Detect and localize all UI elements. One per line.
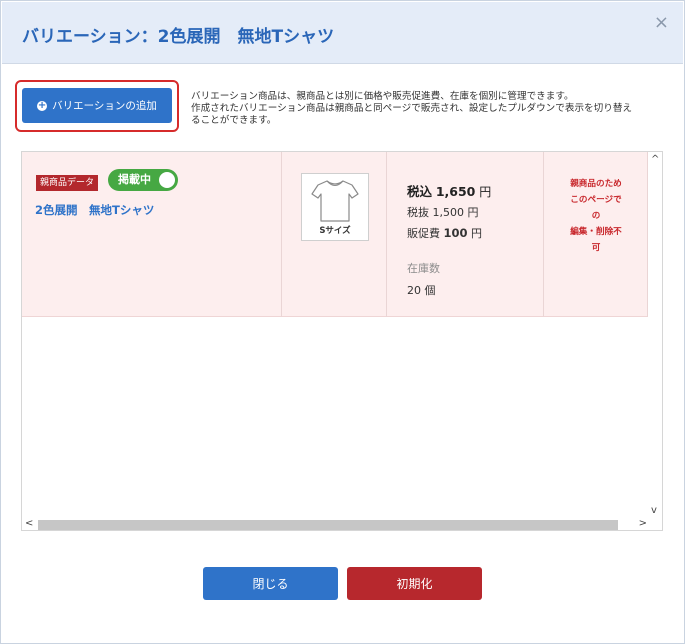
description-line: ることができます。 xyxy=(191,115,277,126)
add-variation-label: バリエーションの追加 xyxy=(52,100,157,112)
close-button[interactable]: 閉じる xyxy=(203,567,338,600)
plus-circle-icon: + xyxy=(37,99,48,111)
description-line: バリエーション商品は、親商品とは別に価格や販売促進費、在庫を個別に管理できます。 xyxy=(191,91,574,102)
price-tax-included: 税込 1,650 円 xyxy=(407,181,491,200)
scroll-down-icon[interactable]: v xyxy=(651,505,657,516)
listing-status-toggle[interactable]: 掲載中 xyxy=(108,169,178,191)
tax-included-value: 1,650 xyxy=(435,184,476,199)
note-line: 編集・削除不 xyxy=(570,227,622,237)
note-line: 可 xyxy=(591,243,601,253)
description-line: 作成されたバリエーション商品は親商品と同ページで販売され、設定したプルダウンで表… xyxy=(191,103,633,114)
vertical-scrollbar[interactable]: ^ v xyxy=(649,152,662,518)
add-button-highlight: + バリエーションの追加 xyxy=(15,80,179,132)
promotion-fee-prefix: 販促費 xyxy=(407,227,440,240)
variation-modal: バリエーション：2色展開 無地Tシャツ × + バリエーションの追加 バリエーシ… xyxy=(0,0,685,644)
variation-description: バリエーション商品は、親商品とは別に価格や販売促進費、在庫を個別に管理できます。… xyxy=(191,91,669,127)
horizontal-scrollbar[interactable]: < > xyxy=(22,518,662,530)
size-label: Sサイズ xyxy=(319,226,351,236)
row-note-cell: 親商品のため このページで の 編集・削除不 可 xyxy=(544,152,648,317)
stock-value: 20 個 xyxy=(407,284,436,297)
tax-included-unit: 円 xyxy=(479,185,492,199)
row-image-cell: Sサイズ xyxy=(282,152,387,317)
product-name-link[interactable]: 2色展開 無地Tシャツ xyxy=(35,202,154,218)
modal-title: バリエーション：2色展開 無地Tシャツ xyxy=(22,27,335,47)
scroll-up-icon[interactable]: ^ xyxy=(651,154,659,165)
row-name-cell: 親商品データ 掲載中 2色展開 無地Tシャツ xyxy=(22,152,282,317)
promotion-fee-value: 100 xyxy=(443,226,468,240)
stock-label: 在庫数 xyxy=(407,262,440,275)
parent-item-note: 親商品のため このページで の 編集・削除不 可 xyxy=(548,176,644,256)
variation-row: 親商品データ 掲載中 2色展開 無地Tシャツ Sサイズ 税込 1,650 円 税… xyxy=(22,152,648,317)
price-tax-excluded: 税抜 1,500 円 xyxy=(407,206,479,219)
tshirt-icon xyxy=(311,180,359,222)
promotion-fee-unit: 円 xyxy=(471,227,483,240)
parent-data-badge: 親商品データ xyxy=(36,175,99,191)
variation-list-panel: 親商品データ 掲載中 2色展開 無地Tシャツ Sサイズ 税込 1,650 円 税… xyxy=(21,151,663,531)
note-line: 親商品のため xyxy=(570,179,622,189)
toggle-label: 掲載中 xyxy=(118,173,151,186)
add-variation-button[interactable]: + バリエーションの追加 xyxy=(22,88,172,123)
modal-header: バリエーション：2色展開 無地Tシャツ × xyxy=(2,2,683,64)
tax-included-prefix: 税込 xyxy=(407,184,433,199)
row-price-cell: 税込 1,650 円 税抜 1,500 円 販促費 100 円 在庫数 20 個 xyxy=(387,152,544,317)
reset-button[interactable]: 初期化 xyxy=(347,567,482,600)
note-line: このページで xyxy=(570,195,622,205)
promotion-fee: 販促費 100 円 xyxy=(407,225,482,241)
scroll-right-icon[interactable]: > xyxy=(639,518,647,529)
toggle-knob xyxy=(159,172,175,188)
scroll-left-icon[interactable]: < xyxy=(25,518,33,529)
product-thumbnail[interactable]: Sサイズ xyxy=(301,173,369,241)
note-line: の xyxy=(591,211,601,221)
close-icon[interactable]: × xyxy=(654,12,669,33)
horizontal-scroll-thumb[interactable] xyxy=(38,520,618,530)
